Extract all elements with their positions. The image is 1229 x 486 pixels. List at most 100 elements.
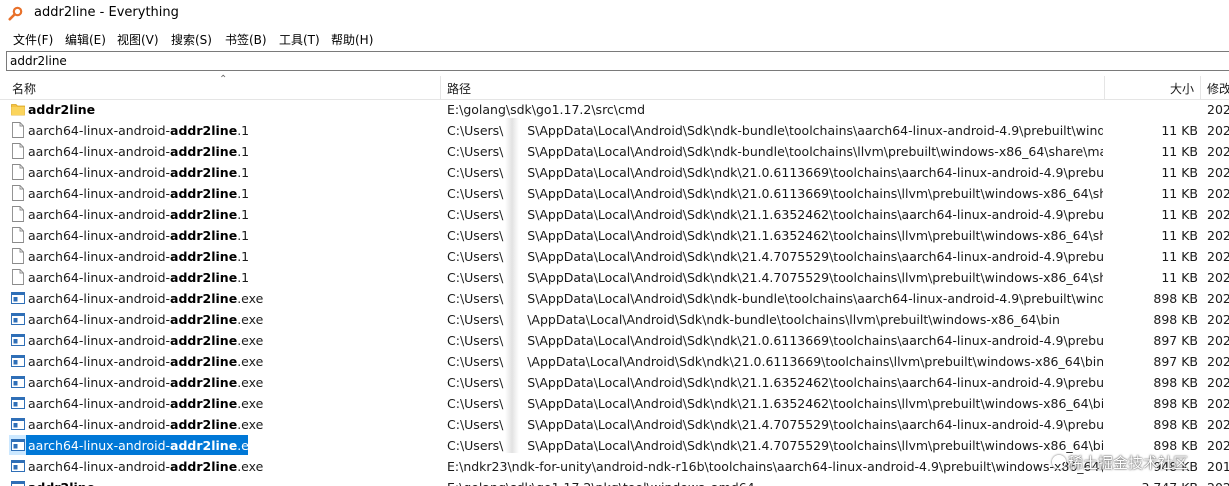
file-size: 3,747 KB [1110,480,1198,486]
table-row[interactable]: aarch64-linux-android-addr2line.exe C:\Us… [0,372,1229,393]
file-name[interactable]: aarch64-linux-android-addr2line.1 [28,249,249,264]
file-name-prefix: aarch64-linux-android- [28,249,171,264]
file-name[interactable]: aarch64-linux-android-addr2line.1 [28,207,249,222]
table-row[interactable]: aarch64-linux-android-addr2line.exe C:\Us… [0,288,1229,309]
column-divider[interactable] [1104,76,1105,99]
file-name[interactable]: aarch64-linux-android-addr2line.1 [28,123,249,138]
file-name[interactable]: aarch64-linux-android-addr2line.exe [28,291,263,306]
file-name[interactable]: aarch64-linux-android-addr2line.exe [28,375,263,390]
table-row[interactable]: aarch64-linux-android-addr2line.1 C:\User… [0,141,1229,162]
file-name[interactable]: addr2line [28,102,95,117]
file-path: C:\Users\ \AppData\Local\Android\Sdk\ndk… [447,312,1060,327]
file-modified: 202 [1207,270,1229,285]
file-size: 11 KB [1161,186,1198,201]
column-divider[interactable] [1200,76,1201,99]
table-row[interactable]: aarch64-linux-android-addr2line.1 C:\User… [0,267,1229,288]
file-modified: 202 [1207,102,1229,117]
file-name[interactable]: aarch64-linux-android-addr2line.exe [28,312,263,327]
search-app-icon [8,6,23,21]
sort-ascending-icon: ⌃ [219,74,228,85]
file-icon [11,206,25,222]
table-row[interactable]: aarch64-linux-android-addr2line.exe C:\Us… [0,330,1229,351]
menu-search[interactable]: 搜索(S) [171,31,212,48]
file-name[interactable]: aarch64-linux-android-addr2line.exe [28,333,263,348]
menu-bookmarks[interactable]: 书签(B) [225,31,267,48]
column-modified[interactable]: 修改 [1207,80,1229,97]
file-name[interactable]: aarch64-linux-android-addr2line.1 [28,186,249,201]
file-size: 897 KB [1153,354,1198,369]
table-row[interactable]: aarch64-linux-android-addr2line.1 C:\User… [0,204,1229,225]
file-name-match: addr2line [170,375,238,390]
file-name[interactable]: aarch64-linux-android-addr2line.1 [28,165,249,180]
table-row[interactable]: aarch64-linux-android-addr2line.exe C:\Us… [0,309,1229,330]
table-row[interactable]: aarch64-linux-android-addr2line.1 C:\User… [0,225,1229,246]
redaction-blur [505,118,519,453]
watermark-icon [1052,455,1066,469]
file-name[interactable]: aarch64-linux-android-addr2line.exe [28,417,263,432]
file-size: 898 KB [1153,417,1198,432]
file-name-prefix: aarch64-linux-android- [28,333,171,348]
file-size: 11 KB [1161,144,1198,159]
table-row[interactable]: aarch64-linux-android-addr2line.1 C:\User… [0,183,1229,204]
file-name[interactable]: aarch64-linux-android-addr2line.exe [28,438,263,453]
file-name-prefix: aarch64-linux-android- [28,228,171,243]
file-name-suffix: .exe [237,417,264,432]
file-path: C:\Users\ S\AppData\Local\Android\Sdk\nd… [447,186,1103,201]
menu-file[interactable]: 文件(F) [13,31,53,48]
table-row[interactable]: aarch64-linux-android-addr2line.exe C:\Us… [0,435,1229,456]
menu-bar: 文件(F) 编辑(E) 视图(V) 搜索(S) 书签(B) 工具(T) 帮助(H… [0,27,1229,49]
file-name[interactable]: aarch64-linux-android-addr2line.exe [28,459,263,474]
file-name[interactable]: addr2line [28,480,95,486]
file-name[interactable]: aarch64-linux-android-addr2line.exe [28,396,263,411]
menu-tools[interactable]: 工具(T) [279,31,320,48]
file-name-prefix: aarch64-linux-android- [28,396,171,411]
watermark: 稀土掘金技术社区 [1052,452,1188,473]
file-size: 898 KB [1153,396,1198,411]
file-size: 898 KB [1153,312,1198,327]
column-size[interactable]: 大小 [1170,80,1194,97]
column-path[interactable]: 路径 [447,80,471,97]
column-name[interactable]: 名称 [12,80,36,97]
file-modified: 202 [1207,123,1229,138]
file-name-match: addr2line [170,396,238,411]
table-row[interactable]: aarch64-linux-android-addr2line.exe C:\Us… [0,351,1229,372]
table-row[interactable]: aarch64-linux-android-addr2line.exe C:\Us… [0,393,1229,414]
table-row[interactable]: aarch64-linux-android-addr2line.1 C:\User… [0,120,1229,141]
results-list: addr2line E:\golang\sdk\go1.17.2\src\cmd 2… [0,99,1229,486]
file-name-suffix: .1 [237,270,250,285]
file-icon [11,164,25,180]
file-icon [11,143,25,159]
table-row[interactable]: aarch64-linux-android-addr2line.1 C:\User… [0,246,1229,267]
file-modified: 202 [1207,291,1229,306]
menu-view[interactable]: 视图(V) [117,31,159,48]
file-name-suffix: .1 [237,207,250,222]
table-row[interactable]: addr2line E:\golang\sdk\go1.17.2\pkg\tool… [0,477,1229,486]
file-path: C:\Users\ S\AppData\Local\Android\Sdk\nd… [447,333,1103,348]
file-name-suffix: .exe [237,333,264,348]
table-row[interactable]: aarch64-linux-android-addr2line.1 C:\User… [0,162,1229,183]
search-box[interactable] [6,51,1229,71]
file-name-match: addr2line [170,291,238,306]
file-name-prefix: aarch64-linux-android- [28,291,171,306]
column-divider[interactable] [440,76,441,99]
file-name-prefix: aarch64-linux-android- [28,459,171,474]
file-name[interactable]: aarch64-linux-android-addr2line.1 [28,228,249,243]
file-name-match: addr2line [28,102,96,117]
file-name[interactable]: aarch64-linux-android-addr2line.1 [28,144,249,159]
file-name[interactable]: aarch64-linux-android-addr2line.exe [28,354,263,369]
file-size: 898 KB [1153,438,1198,453]
file-name-prefix: aarch64-linux-android- [28,144,171,159]
executable-file-icon [11,353,25,369]
table-row[interactable]: aarch64-linux-android-addr2line.exe E:\nd… [0,456,1229,477]
menu-help[interactable]: 帮助(H) [331,31,373,48]
menu-edit[interactable]: 编辑(E) [65,31,106,48]
file-path: C:\Users\ S\AppData\Local\Android\Sdk\nd… [447,144,1103,159]
window-title: addr2line - Everything [34,5,179,20]
search-input[interactable] [10,53,1210,69]
table-row[interactable]: addr2line E:\golang\sdk\go1.17.2\src\cmd 2… [0,99,1229,120]
file-modified: 202 [1207,375,1229,390]
file-size: 11 KB [1161,270,1198,285]
file-name[interactable]: aarch64-linux-android-addr2line.1 [28,270,249,285]
table-row[interactable]: aarch64-linux-android-addr2line.exe C:\Us… [0,414,1229,435]
file-name-suffix: .1 [237,123,250,138]
